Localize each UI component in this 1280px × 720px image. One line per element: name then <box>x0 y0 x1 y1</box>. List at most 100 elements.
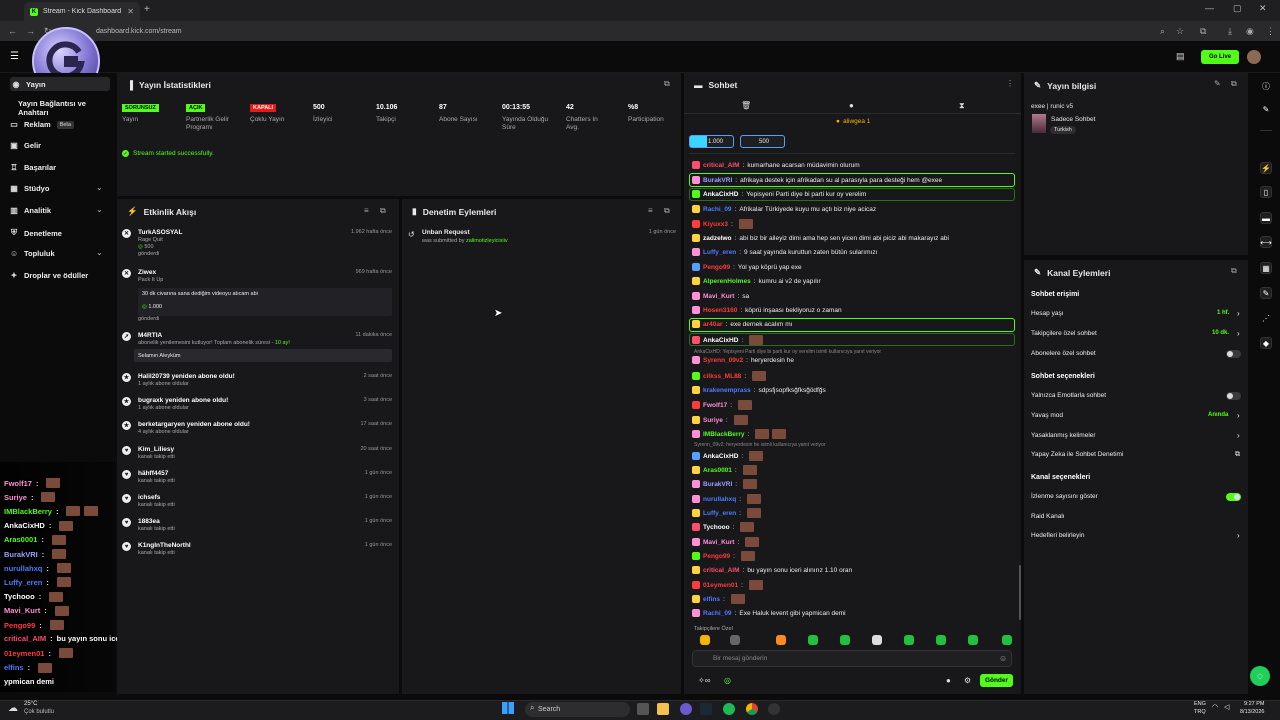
chat-message[interactable]: Hosen3160: köprü inşaası bekliyoruz o zam… <box>692 306 842 314</box>
sidebar-item-analitik[interactable]: ▥ Analitik <box>10 206 51 215</box>
chat-message[interactable]: Pengo99: Yol yap köprü yap exe <box>692 263 802 271</box>
forward-icon[interactable]: → <box>26 21 35 41</box>
chevron-right-icon[interactable]: › <box>1237 431 1240 440</box>
taskbar-search[interactable]: Search <box>525 702 630 717</box>
popout-icon[interactable]: ⧉ <box>1231 266 1237 276</box>
popout-icon[interactable]: ⧉ <box>1231 79 1237 89</box>
sidebar-item-denetleme[interactable]: ⛨ Denetleme <box>10 228 62 238</box>
close-tab-icon[interactable]: ✕ <box>127 7 134 16</box>
chat-message[interactable]: ar40ar: exe dernek acalım mı <box>692 320 792 328</box>
external-link-icon[interactable]: ⧉ <box>1235 451 1240 459</box>
chat-message[interactable]: zadzelwo: abi biz bir aileyiz dimi ama he… <box>692 234 949 242</box>
file-explorer-icon[interactable] <box>657 703 669 715</box>
chevron-right-icon[interactable]: › <box>1237 531 1240 540</box>
chevron-down-icon[interactable]: ⌄ <box>96 248 103 257</box>
popout-icon[interactable]: ⧉ <box>380 206 386 216</box>
chat-message[interactable]: Kiyuxx3: <box>692 219 753 229</box>
chat-rail-icon[interactable]: ▬ <box>1260 212 1272 224</box>
popout-icon[interactable]: ⧉ <box>664 206 670 216</box>
emote-shortcut-icon[interactable] <box>904 635 914 645</box>
emote-shortcut-icon[interactable] <box>730 635 740 645</box>
sidebar-item-reklam[interactable]: ▭ Reklam Beta <box>10 120 75 129</box>
wrench-rail-icon[interactable]: ✎ <box>1260 287 1272 299</box>
chat-message[interactable]: Suriye: <box>692 415 748 425</box>
chat-message[interactable]: BurakVRI: afrikaya destek için afrikadan … <box>692 176 942 184</box>
chat-message[interactable]: 01eymen01: <box>692 580 763 590</box>
chat-menu-icon[interactable]: ⋮ <box>1006 79 1014 88</box>
bookmark-star-icon[interactable]: ☆ <box>1176 21 1184 41</box>
hamburger-menu-icon[interactable]: ☰ <box>10 51 19 62</box>
trash-icon[interactable]: 🗑 <box>741 101 751 110</box>
chat-message[interactable]: Pengo99: <box>692 551 755 561</box>
emote-shortcut-icon[interactable] <box>776 635 786 645</box>
emote-shortcut-icon[interactable] <box>700 635 710 645</box>
sidebar-item-stream-key[interactable]: Yayın Bağlantısı ve Anahtarı <box>18 99 115 117</box>
steam-icon[interactable] <box>700 703 712 715</box>
chat-message[interactable]: AlperenHolmes: kumru ai v2 de yapılır <box>692 277 821 285</box>
back-icon[interactable]: ← <box>8 21 17 41</box>
goal-badge-2[interactable]: 500 <box>740 135 785 148</box>
sidebar-item-basarilar[interactable]: ♖ Başarılar <box>10 163 56 172</box>
chat-message[interactable]: Rachi_09: Afrikalar Türkiyede kuyu mu açt… <box>692 205 876 213</box>
emote-shortcut-icon[interactable] <box>808 635 818 645</box>
spotify-icon[interactable] <box>723 703 735 715</box>
emoji-icon[interactable]: ☺ <box>999 654 1007 663</box>
chat-message[interactable]: cilkss_ML88: <box>692 371 767 381</box>
pinned-user[interactable]: ● aliwgea 1 <box>836 118 870 125</box>
zoom-icon[interactable]: ⌕ <box>1160 21 1165 41</box>
obs-icon[interactable] <box>768 703 780 715</box>
diamond-rail-icon[interactable]: ◆ <box>1260 337 1272 349</box>
go-live-button[interactable]: Go Live <box>1201 50 1239 64</box>
chat-message[interactable]: Mavi_Kurt: sa <box>692 292 749 300</box>
chat-message[interactable]: Fwolf17: <box>692 400 753 410</box>
set-goals-label[interactable]: Hedefleri belirleyin <box>1031 532 1084 539</box>
chevron-right-icon[interactable]: › <box>1237 411 1240 420</box>
ai-moderation-label[interactable]: Yapay Zeka ile Sohbet Denetimi <box>1031 451 1123 458</box>
slow-mode-value[interactable]: Anında <box>1208 412 1228 418</box>
chat-message[interactable]: Luffy_eren: <box>692 508 762 518</box>
speech-icon[interactable]: ● <box>849 101 854 110</box>
emote-shortcut-icon[interactable] <box>1002 635 1012 645</box>
sidebar-item-gelir[interactable]: ▣ Gelir <box>10 141 41 150</box>
filter-icon[interactable]: ≡ <box>364 206 369 215</box>
popout-icon[interactable]: ⧉ <box>664 79 670 89</box>
chevron-right-icon[interactable]: › <box>1237 309 1240 318</box>
chat-message[interactable]: Aras0001: <box>692 465 757 475</box>
phone-rail-icon[interactable]: ▯ <box>1260 186 1272 198</box>
chat-message[interactable]: AnkaCixHD: <box>692 335 764 345</box>
emote-only-toggle[interactable] <box>1226 392 1241 400</box>
menu-dots-icon[interactable]: ⋮ <box>1266 21 1275 41</box>
chat-message[interactable]: AnkaCixHD: Yepisyeni Parti diye bi parti … <box>692 190 866 198</box>
kick-coin-icon[interactable]: ◎ <box>724 676 731 685</box>
user-avatar[interactable] <box>1247 50 1261 64</box>
chat-scrollbar[interactable] <box>1019 565 1021 620</box>
close-window-icon[interactable]: ✕ <box>1259 3 1267 14</box>
sidebar-item-studyo[interactable]: ▦ Stüdyo <box>10 184 49 193</box>
bolt-rail-icon[interactable]: ⚡ <box>1260 162 1272 174</box>
code-rail-icon[interactable]: ⟷ <box>1260 236 1272 248</box>
maximize-icon[interactable]: ▢ <box>1233 3 1242 14</box>
download-icon[interactable]: ⤓ <box>1228 21 1232 41</box>
chat-message[interactable]: nurullahxq: <box>692 494 762 504</box>
chat-message[interactable]: elfins: <box>692 594 745 604</box>
chat-message[interactable]: AnkaCixHD: <box>692 451 764 461</box>
banned-words-label[interactable]: Yasaklanmış kelimeler <box>1031 432 1096 439</box>
chat-message[interactable]: IMBlackBerry: <box>692 429 787 439</box>
chat-input[interactable]: Bir mesaj gönderin <box>692 650 1012 667</box>
sticker-icon[interactable]: ✧∞ <box>698 676 710 685</box>
send-button[interactable]: Gönder <box>980 674 1013 687</box>
hourglass-icon[interactable]: ⧗ <box>959 101 965 111</box>
chat-message[interactable]: Mavi_Kurt: <box>692 537 760 547</box>
sidebar-item-topluluk[interactable]: ☺ Topluluk <box>10 249 55 258</box>
followers-only-chat-value[interactable]: 10 dk. <box>1212 330 1229 336</box>
weather-icon[interactable]: ☁ <box>8 703 18 714</box>
url-field[interactable]: dashboard.kick.com/stream <box>84 24 1164 38</box>
sidebar-item-droplar[interactable]: ✦ Droplar ve ödüller <box>10 271 89 280</box>
app-icon[interactable] <box>680 703 692 715</box>
chevron-right-icon[interactable]: › <box>1237 329 1240 338</box>
edit-layout-icon[interactable]: ✎ <box>1260 103 1272 115</box>
emote-shortcut-icon[interactable] <box>840 635 850 645</box>
extensions-icon[interactable]: ⧉ <box>1200 21 1206 41</box>
chat-settings-icon[interactable]: ⚙ <box>964 676 971 685</box>
share-rail-icon[interactable]: ⋰ <box>1260 312 1272 324</box>
